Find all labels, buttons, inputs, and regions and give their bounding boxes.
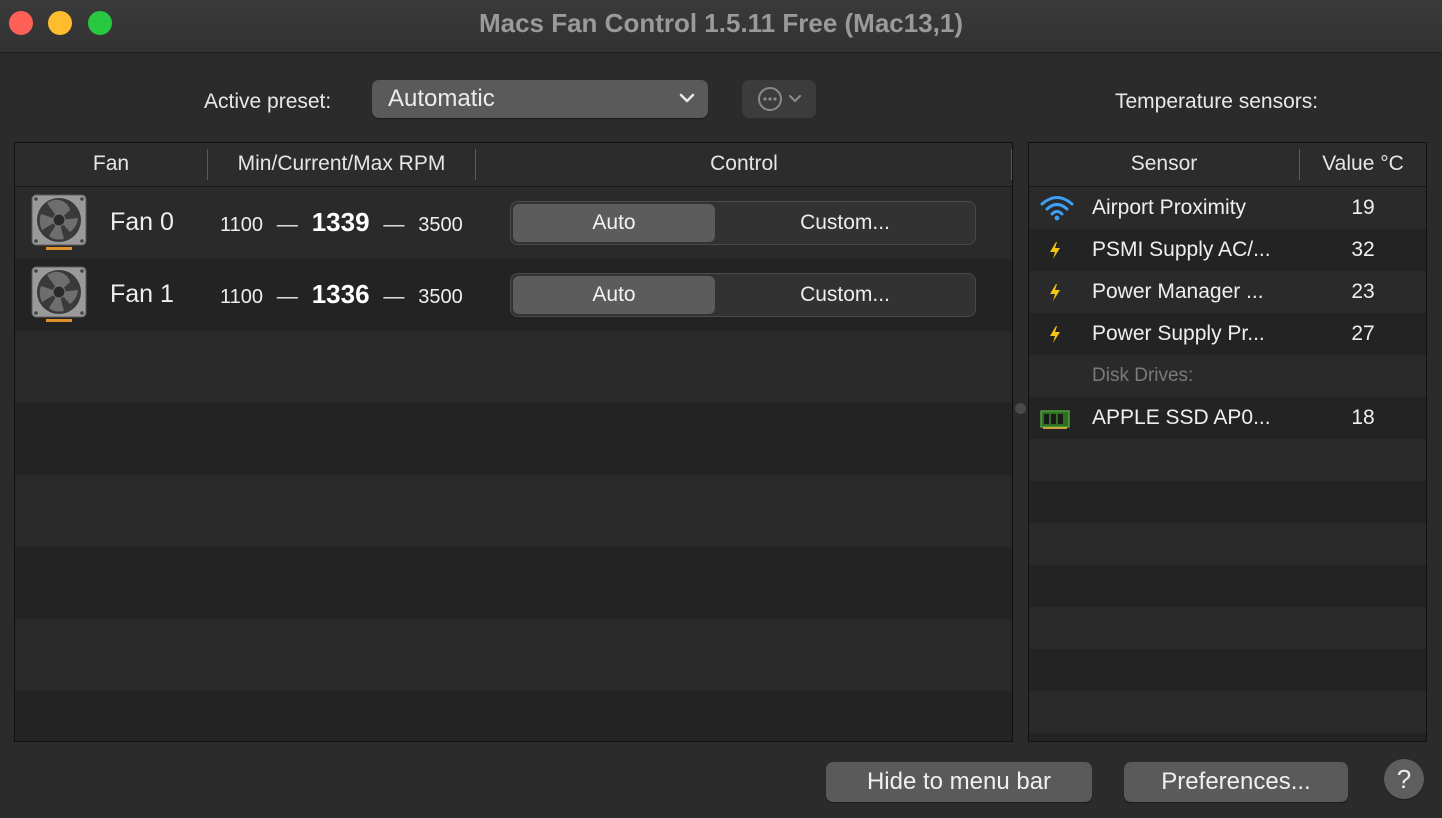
lightning-icon [1047, 236, 1063, 269]
empty-row [15, 475, 1012, 547]
temperature-sensors-label: Temperature sensors: [1115, 90, 1319, 113]
sensor-row[interactable]: Power Manager ... 23 [1029, 271, 1426, 313]
fan-rpm-readout: 1100 — 1336 — 3500 [220, 279, 463, 310]
rpm-separator: — [383, 285, 405, 308]
empty-row [15, 403, 1012, 475]
fan-min-rpm: 1100 [220, 286, 264, 308]
empty-row [15, 691, 1012, 741]
sensor-value: 32 [1351, 238, 1375, 261]
fan-max-rpm: 3500 [418, 214, 463, 236]
preset-dropdown[interactable]: Automatic [372, 80, 708, 118]
rpm-separator: — [276, 285, 298, 308]
sensor-table: Sensor Value °C Airport Proximity 19 PSM… [1028, 142, 1427, 742]
rpm-separator: — [276, 213, 298, 236]
sensor-name: Power Manager ... [1092, 280, 1264, 303]
table-row[interactable]: Fan 0 1100 — 1339 — 3500 Auto Custom... [15, 187, 1012, 259]
fan-min-rpm: 1100 [220, 214, 264, 236]
fan-current-rpm: 1336 [311, 279, 370, 309]
ssd-icon [1039, 404, 1071, 437]
column-header-sensor[interactable]: Sensor [1029, 152, 1299, 176]
fan-rpm-readout: 1100 — 1339 — 3500 [220, 207, 463, 238]
auto-control-button[interactable]: Auto [513, 204, 715, 242]
lightning-icon [1047, 320, 1063, 353]
lightning-icon [1047, 278, 1063, 311]
sensor-name: APPLE SSD AP0... [1092, 406, 1271, 429]
help-button[interactable]: ? [1384, 759, 1424, 799]
sensor-row[interactable]: APPLE SSD AP0... 18 [1029, 397, 1426, 439]
active-preset-label: Active preset: [204, 90, 332, 113]
split-view-divider-handle[interactable] [1015, 403, 1026, 414]
empty-row [1029, 691, 1426, 733]
fan-icon [30, 266, 88, 329]
sensor-name: Airport Proximity [1092, 196, 1247, 219]
empty-row [1029, 565, 1426, 607]
column-header-value[interactable]: Value °C [1300, 152, 1426, 176]
window-title: Macs Fan Control 1.5.11 Free (Mac13,1) [478, 8, 964, 38]
column-divider [1011, 149, 1012, 180]
wifi-icon [1039, 194, 1075, 227]
empty-row [15, 547, 1012, 619]
empty-row [1029, 607, 1426, 649]
preferences-button[interactable]: Preferences... [1124, 762, 1348, 802]
fan-name: Fan 0 [110, 208, 174, 236]
fan-table-header: Fan Min/Current/Max RPM Control [15, 143, 1012, 187]
sensor-value: 18 [1351, 406, 1375, 429]
sensor-name: Power Supply Pr... [1092, 322, 1265, 345]
sensor-value: 27 [1351, 322, 1375, 345]
ellipsis-circle-icon [758, 87, 802, 111]
title-bar: Macs Fan Control 1.5.11 Free (Mac13,1) [0, 0, 1442, 53]
sensor-row[interactable]: PSMI Supply AC/... 32 [1029, 229, 1426, 271]
custom-control-button[interactable]: Custom... [717, 204, 973, 242]
empty-row [1029, 649, 1426, 691]
empty-row [1029, 481, 1426, 523]
empty-row [15, 619, 1012, 691]
fan-current-rpm: 1339 [311, 207, 370, 237]
sensor-row[interactable]: Power Supply Pr... 27 [1029, 313, 1426, 355]
empty-row [1029, 439, 1426, 481]
sensor-name: PSMI Supply AC/... [1092, 238, 1271, 261]
group-label: Disk Drives: [1092, 365, 1194, 386]
sensor-value: 19 [1351, 196, 1375, 219]
preset-dropdown-value: Automatic [388, 85, 495, 112]
fan-name: Fan 1 [110, 280, 174, 308]
fan-control-segmented: Auto Custom... [510, 273, 976, 317]
sensor-value: 23 [1351, 280, 1375, 303]
empty-row [1029, 523, 1426, 565]
column-header-rpm[interactable]: Min/Current/Max RPM [208, 152, 475, 176]
auto-control-button[interactable]: Auto [513, 276, 715, 314]
chevron-down-icon [678, 87, 696, 114]
empty-row [15, 331, 1012, 403]
hide-to-menu-bar-button[interactable]: Hide to menu bar [826, 762, 1092, 802]
fan-control-segmented: Auto Custom... [510, 201, 976, 245]
sensor-group-row: Disk Drives: [1029, 355, 1426, 397]
table-row[interactable]: Fan 1 1100 — 1336 — 3500 Auto Custom... [15, 259, 1012, 331]
fan-icon [30, 194, 88, 257]
sensor-row[interactable]: Airport Proximity 19 [1029, 187, 1426, 229]
preset-options-button[interactable] [742, 80, 816, 118]
custom-control-button[interactable]: Custom... [717, 276, 973, 314]
rpm-separator: — [383, 213, 405, 236]
column-header-control[interactable]: Control [476, 152, 1012, 176]
fan-max-rpm: 3500 [418, 286, 463, 308]
sensor-table-header: Sensor Value °C [1029, 143, 1426, 187]
column-header-fan[interactable]: Fan [15, 152, 207, 176]
fan-table: Fan Min/Current/Max RPM Control Fan 0 11… [14, 142, 1013, 742]
